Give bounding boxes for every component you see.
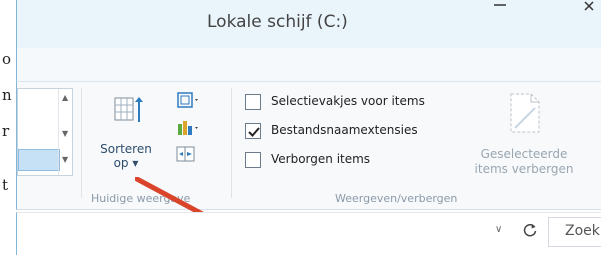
search-placeholder: Zoek: [565, 223, 600, 239]
sort-by-label: Sorteren op ▾: [97, 142, 155, 170]
refresh-icon[interactable]: [522, 222, 538, 238]
search-input[interactable]: Zoek: [548, 217, 601, 247]
scroll-up-icon[interactable]: ▲: [62, 93, 68, 102]
address-dropdown-icon[interactable]: ∨: [495, 224, 502, 235]
layout-gallery-selection[interactable]: [18, 149, 60, 171]
size-columns-icon[interactable]: [175, 144, 201, 164]
group-divider: [81, 88, 82, 198]
ribbon-tab-strip: [16, 48, 601, 82]
close-icon[interactable]: [577, 0, 601, 18]
sort-by-label-line1: Sorteren: [100, 142, 152, 156]
group-divider: [231, 88, 232, 198]
ribbon-view: ▲ ▼ ▼ Sorteren op ▾ Huidige weergave Sel…: [16, 82, 601, 249]
hide-selected-items-label-line1: Geselecteerde: [480, 147, 568, 161]
item-checkboxes-label: Selectievakjes voor items: [271, 94, 425, 108]
hidden-items-checkbox[interactable]: [245, 152, 261, 168]
page-edge-letter: t: [2, 176, 9, 194]
address-bar: ∨ Zoek: [16, 212, 601, 255]
hidden-items-label: Verborgen items: [271, 152, 371, 166]
sort-icon: [114, 97, 143, 122]
window-title: Lokale schijf (C:): [207, 12, 348, 32]
layout-gallery[interactable]: ▲ ▼ ▼: [17, 88, 73, 176]
hide-selected-items-label-line2: items verbergen: [474, 162, 574, 176]
explorer-window: Lokale schijf (C:) ▲ ▼ ▼ Sorteren op ▾ H…: [16, 0, 601, 255]
checkmark-icon: [248, 127, 260, 137]
add-columns-icon[interactable]: [175, 118, 201, 138]
hide-selected-items-button[interactable]: Geselecteerde items verbergen: [472, 92, 582, 184]
minimize-icon[interactable]: [485, 0, 515, 18]
gallery-expand-icon[interactable]: ▼: [62, 155, 68, 164]
sort-by-button[interactable]: Sorteren op ▾: [91, 88, 153, 182]
sort-by-label-line2: op ▾: [113, 156, 139, 170]
scroll-down-icon[interactable]: ▼: [62, 129, 68, 138]
page-edge-letter: r: [2, 122, 10, 140]
layout-gallery-scrollbar[interactable]: ▲ ▼ ▼: [58, 89, 72, 175]
file-extensions-checkbox[interactable]: [245, 123, 261, 139]
page-edge-letter: o: [2, 50, 12, 68]
page-edge-letter: n: [2, 86, 12, 104]
item-checkboxes-checkbox[interactable]: [245, 94, 261, 110]
layout-group-label: Huidige weergave: [91, 192, 191, 205]
show-hide-group-label: Weergeven/verbergen: [335, 192, 458, 205]
title-bar: Lokale schijf (C:): [16, 0, 601, 48]
page-edge: o n r t: [0, 0, 16, 255]
hide-selected-items-label: Geselecteerde items verbergen: [472, 147, 576, 177]
file-extensions-label: Bestandsnaamextensies: [271, 123, 418, 137]
group-by-icon[interactable]: [175, 90, 201, 110]
hide-document-icon: [510, 93, 540, 133]
